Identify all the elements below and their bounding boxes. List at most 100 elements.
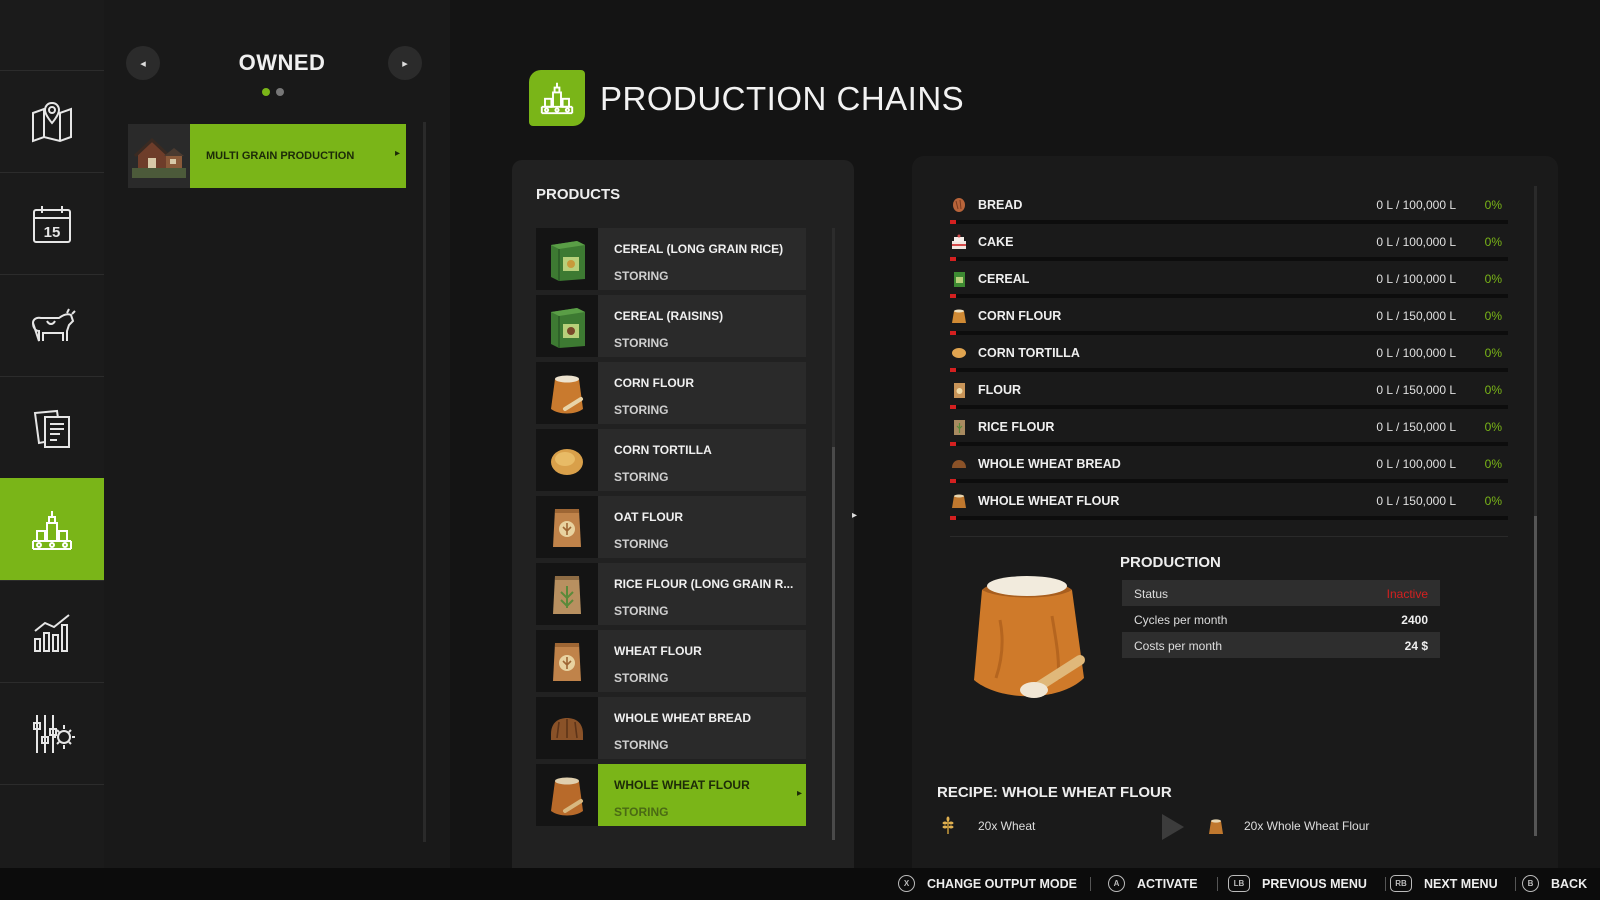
storage-row: CAKE 0 L / 100,000 L 0%: [950, 227, 1508, 264]
storage-scrollbar-thumb[interactable]: [1534, 516, 1537, 836]
change-output-mode-button[interactable]: X CHANGE OUTPUT MODE: [898, 875, 1077, 892]
rb-button-icon: RB: [1390, 875, 1412, 892]
product-row[interactable]: RICE FLOUR (LONG GRAIN R... STORING: [536, 563, 806, 625]
status-row: Status Inactive: [1122, 580, 1440, 606]
storage-item-amount: 0 L / 100,000 L: [1376, 235, 1456, 249]
product-row[interactable]: CORN FLOUR STORING: [536, 362, 806, 424]
next-page-button[interactable]: ▸: [388, 46, 422, 80]
product-info: WHOLE WHEAT BREAD STORING: [598, 697, 806, 759]
storage-item-percent: 0%: [1484, 420, 1502, 434]
storage-fill-bar: [950, 368, 1508, 372]
wheat-icon: [942, 816, 954, 834]
product-status: STORING: [614, 470, 669, 484]
product-status: STORING: [614, 537, 669, 551]
costs-row: Costs per month 24 $: [1122, 632, 1440, 658]
flour-sack-icon: [952, 309, 966, 323]
recipe-output: 20x Whole Wheat Flour: [1244, 819, 1370, 833]
product-thumbnail: [536, 630, 598, 692]
product-info: CEREAL (LONG GRAIN RICE) STORING: [598, 228, 806, 290]
storage-row: FLOUR 0 L / 150,000 L 0%: [950, 375, 1508, 412]
prev-page-button[interactable]: ◂: [126, 46, 160, 80]
storage-fill-bar: [950, 294, 1508, 298]
back-button[interactable]: B BACK: [1522, 875, 1587, 892]
product-row[interactable]: CEREAL (LONG GRAIN RICE) STORING: [536, 228, 806, 290]
storage-item-amount: 0 L / 100,000 L: [1376, 272, 1456, 286]
nav-item-calendar[interactable]: 15: [0, 172, 104, 274]
storage-item-name: CORN TORTILLA: [978, 346, 1080, 360]
product-row-selected[interactable]: WHOLE WHEAT FLOUR STORING: [536, 764, 806, 826]
storage-item-percent: 0%: [1484, 309, 1502, 323]
bread-icon: [953, 198, 965, 212]
product-name: RICE FLOUR (LONG GRAIN R...: [614, 577, 794, 591]
calendar-day-label: 15: [44, 224, 61, 241]
product-status: STORING: [614, 805, 669, 819]
product-name: CEREAL (RAISINS): [614, 309, 724, 323]
product-thumbnail: [536, 228, 598, 290]
nav-item-contracts[interactable]: [0, 376, 104, 478]
costs-value: 24 $: [1404, 639, 1428, 653]
storage-fill-bar: [950, 220, 1508, 224]
flour-bag-icon: [553, 643, 581, 681]
storage-row: CORN TORTILLA 0 L / 100,000 L 0%: [950, 338, 1508, 375]
production-icon: [540, 82, 574, 115]
bread-icon: [952, 460, 966, 468]
cake-icon: [952, 234, 966, 249]
owned-panel: ◂ OWNED ▸ MULTI GRAIN PRODUCTION: [104, 0, 450, 868]
activate-button[interactable]: A ACTIVATE: [1108, 875, 1198, 892]
products-scrollbar-thumb[interactable]: [832, 447, 835, 840]
contracts-icon: [33, 409, 70, 448]
product-row[interactable]: CORN TORTILLA STORING: [536, 429, 806, 491]
chevron-right-icon: ▸: [402, 57, 408, 70]
product-name: WHOLE WHEAT FLOUR: [614, 778, 750, 792]
a-button-icon: A: [1108, 875, 1125, 892]
production-point-item[interactable]: MULTI GRAIN PRODUCTION: [128, 124, 406, 188]
owned-scrollbar[interactable]: [423, 122, 426, 842]
previous-menu-button[interactable]: LB PREVIOUS MENU: [1228, 875, 1367, 892]
cereal-box-icon: [551, 308, 585, 348]
page-title: PRODUCTION CHAINS: [600, 80, 965, 117]
storage-fill-bar: [950, 516, 1508, 520]
storage-item-amount: 0 L / 100,000 L: [1376, 457, 1456, 471]
product-name: WHOLE WHEAT BREAD: [614, 711, 752, 725]
divider: [950, 536, 1508, 537]
recipe-input: 20x Wheat: [978, 819, 1036, 833]
flour-sack-icon: [952, 494, 966, 508]
storage-item-name: WHOLE WHEAT BREAD: [978, 457, 1121, 471]
storage-item-name: WHOLE WHEAT FLOUR: [978, 494, 1120, 508]
products-panel: PRODUCTS CEREAL (LONG GRAIN RICE) STORIN…: [512, 160, 854, 868]
storage-fill-bar: [950, 331, 1508, 335]
product-row[interactable]: WHEAT FLOUR STORING: [536, 630, 806, 692]
next-menu-button[interactable]: RB NEXT MENU: [1390, 875, 1498, 892]
cycles-row: Cycles per month 2400: [1122, 606, 1440, 632]
product-status: STORING: [614, 403, 669, 417]
nav-item-production[interactable]: [0, 478, 110, 580]
nav-item-statistics[interactable]: [0, 580, 104, 682]
nav-item-animals[interactable]: [0, 274, 104, 376]
product-info: OAT FLOUR STORING: [598, 496, 806, 558]
product-row[interactable]: WHOLE WHEAT BREAD STORING: [536, 697, 806, 759]
storage-row: CORN FLOUR 0 L / 150,000 L 0%: [950, 301, 1508, 338]
tortilla-icon: [952, 348, 966, 358]
product-row[interactable]: CEREAL (RAISINS) STORING: [536, 295, 806, 357]
page-dot: [276, 88, 284, 96]
flour-bag-icon: [954, 420, 965, 435]
products-title: PRODUCTS: [536, 186, 621, 203]
flour-sack-icon: [551, 375, 583, 414]
x-button-icon: X: [898, 875, 915, 892]
cycles-value: 2400: [1401, 613, 1428, 627]
nav-item-settings[interactable]: [0, 682, 104, 784]
product-status: STORING: [614, 336, 669, 350]
storage-item-percent: 0%: [1484, 235, 1502, 249]
storage-item-amount: 0 L / 150,000 L: [1376, 309, 1456, 323]
product-row[interactable]: OAT FLOUR STORING: [536, 496, 806, 558]
storage-item-amount: 0 L / 100,000 L: [1376, 198, 1456, 212]
nav-item-map[interactable]: [0, 70, 104, 172]
storage-item-amount: 0 L / 150,000 L: [1376, 420, 1456, 434]
product-thumbnail: [536, 295, 598, 357]
product-thumbnail: [536, 697, 598, 759]
storage-item-percent: 0%: [1484, 272, 1502, 286]
recipe-title: RECIPE: WHOLE WHEAT FLOUR: [937, 784, 1172, 801]
product-name: CORN TORTILLA: [614, 443, 712, 457]
flour-bag-icon: [954, 383, 965, 398]
recipe-arrow-icon: [1162, 814, 1184, 840]
